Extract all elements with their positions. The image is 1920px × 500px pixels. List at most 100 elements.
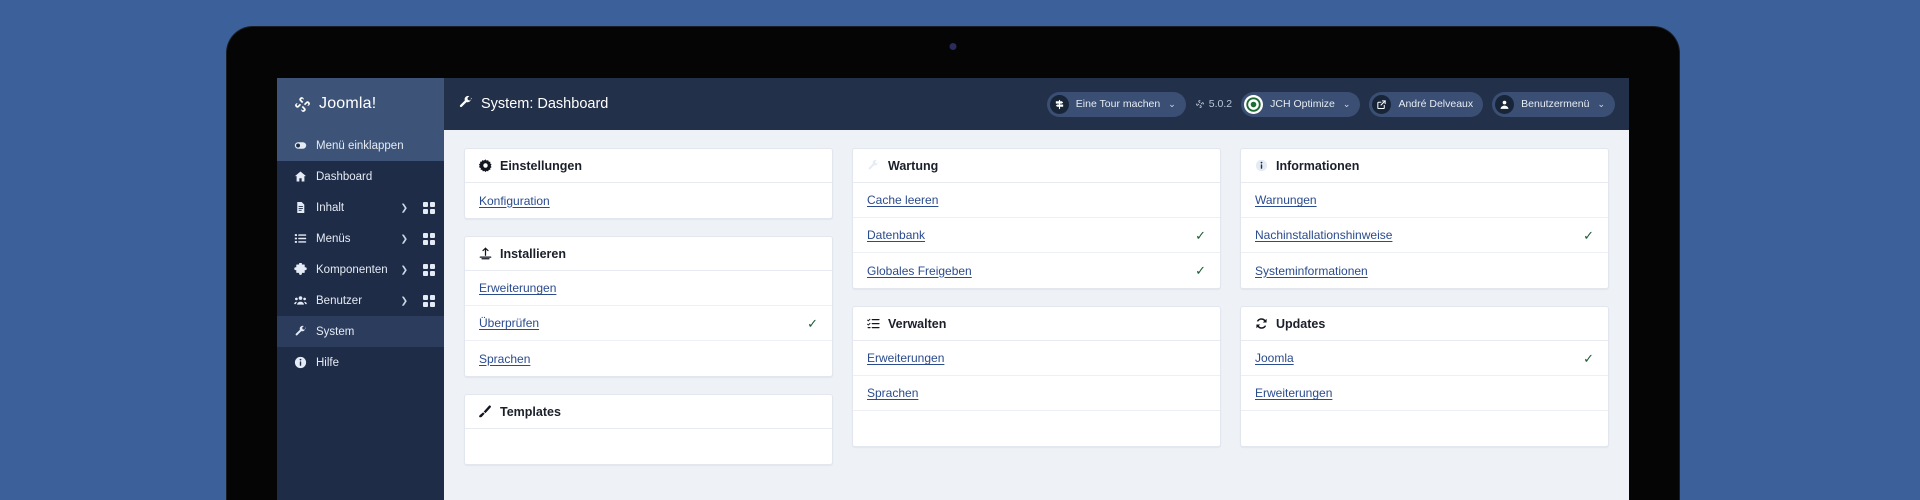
info-circle-icon: [1255, 159, 1268, 172]
panel-link[interactable]: Nachinstallationshinweise: [1255, 228, 1392, 242]
panel-title: Wartung: [888, 158, 939, 173]
wrench-icon: [867, 159, 880, 172]
version-label: 5.0.2: [1208, 98, 1233, 110]
panel-updates: Updates Joomla ✓ Erweiterungen: [1240, 306, 1609, 447]
sidebar-item-men-einklappen[interactable]: Menü einklappen: [277, 130, 444, 161]
jch-optimize-button[interactable]: JCH Optimize ⌄: [1241, 91, 1361, 117]
chevron-right-icon[interactable]: ❯: [400, 202, 408, 213]
grid-dashboard-icon[interactable]: [423, 201, 435, 214]
panel-row: Sprachen: [853, 376, 1220, 411]
check-icon: ✓: [807, 315, 818, 331]
panel-installieren: Installieren Erweiterungen Überprüfen ✓ Spra…: [464, 236, 833, 377]
top-row: Joomla! System: Dashboard Eine Tour mach…: [277, 78, 1629, 130]
user-menu-button[interactable]: Benutzermenü ⌄: [1492, 91, 1615, 117]
panel-row: [465, 429, 832, 464]
laptop-frame: Joomla! System: Dashboard Eine Tour mach…: [227, 27, 1679, 500]
panel-verwalten: Verwalten Erweiterungen Sprachen: [852, 306, 1221, 447]
sidebar-item-label: Komponenten: [316, 263, 388, 276]
screenshot-stage: Joomla! System: Dashboard Eine Tour mach…: [0, 0, 1920, 500]
panel-link[interactable]: Warnungen: [1255, 193, 1317, 207]
chevron-right-icon[interactable]: ❯: [400, 233, 408, 244]
toggle-left-icon: [293, 139, 307, 152]
brush-icon: [479, 405, 492, 418]
panel-wartung: Wartung Cache leeren Datenbank ✓ Globales Fr…: [852, 148, 1221, 289]
panel-link[interactable]: Erweiterungen: [479, 281, 556, 295]
joomla-mark-icon: [1195, 99, 1205, 109]
panel-einstellungen: Einstellungen Konfiguration: [464, 148, 833, 219]
panel-link[interactable]: Erweiterungen: [1255, 386, 1332, 400]
panel-row: Überprüfen ✓: [465, 306, 832, 341]
checklist-icon: [867, 317, 880, 330]
chevron-down-icon: ⌄: [1597, 98, 1605, 109]
sidebar-item-inhalt[interactable]: Inhalt ❯: [277, 192, 444, 223]
panel-row: Erweiterungen: [1241, 376, 1608, 411]
panel-informationen: Informationen Warnungen Nachinstallationsh…: [1240, 148, 1609, 289]
tour-button[interactable]: Eine Tour machen ⌄: [1046, 91, 1186, 117]
sidebar-item-hilfe[interactable]: Hilfe: [277, 347, 444, 378]
panel-header: Einstellungen: [465, 149, 832, 183]
tour-button-label: Eine Tour machen: [1075, 98, 1161, 110]
version-badge: 5.0.2: [1195, 98, 1232, 110]
panel-link[interactable]: Cache leeren: [867, 193, 938, 207]
chevron-right-icon[interactable]: ❯: [400, 264, 408, 275]
check-icon: ✓: [1583, 227, 1594, 243]
sidebar-item-komponenten[interactable]: Komponenten ❯: [277, 254, 444, 285]
app-body: Menü einklappen Dashboard Inhalt ❯ Menüs ❯ Kom…: [277, 130, 1629, 500]
panel-title: Installieren: [500, 246, 566, 261]
panel-header: Wartung: [853, 149, 1220, 183]
panel-row: Erweiterungen: [853, 341, 1220, 376]
panel-row: [1241, 411, 1608, 446]
panel-link[interactable]: Sprachen: [479, 352, 530, 366]
brand-name: Joomla!: [319, 95, 377, 112]
top-right-actions: Eine Tour machen ⌄ 5.0.2 JCH Optimize ⌄ …: [1046, 91, 1615, 117]
site-link-button[interactable]: André Delveaux: [1369, 91, 1484, 117]
top-bar: System: Dashboard Eine Tour machen ⌄ 5.0…: [444, 78, 1629, 130]
joomla-admin-app: Joomla! System: Dashboard Eine Tour mach…: [277, 78, 1629, 500]
panel-link[interactable]: Joomla: [1255, 351, 1294, 365]
wrench-icon: [293, 325, 307, 338]
sidebar-item-label: Inhalt: [316, 201, 345, 214]
panel-row: Nachinstallationshinweise ✓: [1241, 218, 1608, 253]
list-icon: [293, 232, 307, 245]
panel-header: Informationen: [1241, 149, 1608, 183]
sidebar-item-benutzer[interactable]: Benutzer ❯: [277, 285, 444, 316]
circle-target-icon: [1244, 94, 1264, 114]
user-circle-icon: [1495, 94, 1515, 114]
panel-row: Globales Freigeben ✓: [853, 253, 1220, 288]
sidebar-item-dashboard[interactable]: Dashboard: [277, 161, 444, 192]
grid-dashboard-icon[interactable]: [423, 232, 435, 245]
sidebar-item-label: Menüs: [316, 232, 351, 245]
refresh-icon: [1255, 317, 1268, 330]
check-icon: ✓: [1195, 227, 1206, 243]
panel-title: Templates: [500, 404, 561, 419]
panel-link[interactable]: Systeminformationen: [1255, 264, 1368, 278]
panel-link[interactable]: Erweiterungen: [867, 351, 944, 365]
chevron-down-icon: ⌄: [1342, 98, 1351, 109]
dashboard-column-2: Wartung Cache leeren Datenbank ✓ Globales Fr…: [852, 148, 1221, 447]
upload-icon: [479, 247, 492, 260]
panel-link[interactable]: Konfiguration: [479, 194, 550, 208]
grid-dashboard-icon[interactable]: [423, 294, 435, 307]
webcam-icon: [949, 43, 957, 50]
home-icon: [293, 170, 307, 183]
sidebar-item-label: System: [316, 325, 355, 338]
panel-link[interactable]: Sprachen: [867, 386, 918, 400]
panel-header: Updates: [1241, 307, 1608, 341]
panel-title: Informationen: [1276, 158, 1360, 173]
grid-dashboard-icon[interactable]: [423, 263, 435, 276]
dashboard-column-3: Informationen Warnungen Nachinstallationsh…: [1240, 148, 1609, 447]
chevron-right-icon[interactable]: ❯: [400, 295, 408, 306]
sidebar-item-system[interactable]: System: [277, 316, 444, 347]
sidebar-item-men-s[interactable]: Menüs ❯: [277, 223, 444, 254]
external-link-icon: [1372, 94, 1392, 114]
panel-link[interactable]: Globales Freigeben: [867, 264, 972, 278]
chevron-down-icon: ⌄: [1168, 98, 1176, 109]
panel-title: Einstellungen: [500, 158, 582, 173]
sidebar-item-label: Benutzer: [316, 294, 363, 307]
panel-link[interactable]: Datenbank: [867, 228, 925, 242]
panel-link[interactable]: Überprüfen: [479, 316, 539, 330]
brand-logo[interactable]: Joomla!: [277, 78, 444, 130]
panel-header: Installieren: [465, 237, 832, 271]
panel-row: Cache leeren: [853, 183, 1220, 218]
panel-row: Joomla ✓: [1241, 341, 1608, 376]
